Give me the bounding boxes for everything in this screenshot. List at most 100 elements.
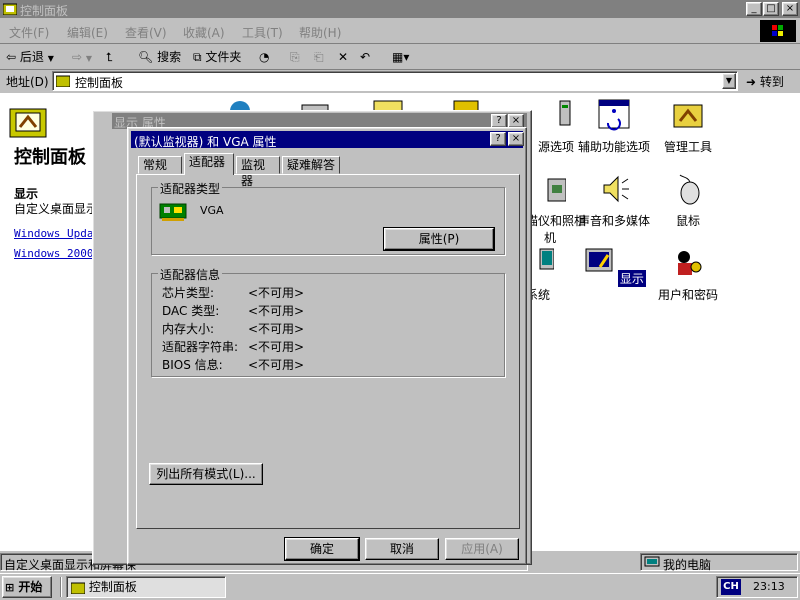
back-button[interactable]: ⇦ 后退 ▼ — [6, 47, 54, 67]
taskbar-task-control-panel[interactable]: 控制面板 — [66, 576, 226, 598]
clock[interactable]: 23:13 — [753, 580, 785, 593]
accessibility-options-item[interactable]: 辅助功能选项 — [574, 99, 654, 155]
start-button[interactable]: ⊞ 开始 — [2, 576, 52, 598]
task-label: 控制面板 — [88, 580, 137, 594]
close-button[interactable]: × — [508, 114, 524, 128]
chip-type-value: <不可用> — [248, 286, 305, 300]
bios-info-value: <不可用> — [248, 358, 305, 372]
undo-button[interactable]: ↶ — [360, 47, 370, 67]
dac-type-label: DAC 类型: — [162, 304, 220, 318]
adapter-info-label: 适配器信息 — [158, 266, 223, 283]
administrative-tools-item[interactable]: 管理工具 — [648, 99, 728, 155]
status-right-text: 我的电脑 — [663, 558, 712, 572]
copy-to-icon: ⎗ — [314, 50, 324, 64]
cancel-button[interactable]: 取消 — [365, 538, 439, 560]
bios-info-label: BIOS 信息: — [162, 358, 223, 372]
scanner-icon — [547, 178, 567, 202]
adapter-type-group: 适配器类型 VGA 属性(P) — [151, 180, 505, 255]
adapter-card-icon — [159, 203, 187, 221]
icon-label: 用户和密码 — [657, 288, 718, 302]
folders-label: 文件夹 — [205, 50, 242, 64]
close-button[interactable]: × — [782, 2, 798, 16]
search-button[interactable]: 🔍︎ 搜索 — [138, 47, 181, 67]
menu-view[interactable]: 查看(V) — [125, 24, 167, 41]
go-label: 转到 — [759, 75, 784, 89]
minimize-button[interactable]: _ — [746, 2, 762, 16]
move-to-button[interactable]: ⎘ — [290, 47, 300, 67]
dialog-title: (默认监视器) 和 VGA 属性 — [134, 135, 277, 149]
copy-to-button[interactable]: ⎗ — [314, 47, 324, 67]
list-all-modes-button[interactable]: 列出所有模式(L)... — [149, 463, 263, 485]
adapter-string-value: <不可用> — [248, 340, 305, 354]
back-label: 后退 — [19, 50, 44, 64]
forward-arrow-icon: ⇨ — [72, 50, 83, 64]
users-icon — [678, 251, 702, 275]
power-icon — [559, 100, 571, 126]
adapter-properties-button[interactable]: 属性(P) — [383, 227, 495, 251]
menu-favorites[interactable]: 收藏(A) — [183, 24, 225, 41]
close-button[interactable]: × — [508, 132, 524, 146]
go-button[interactable]: ➜ 转到 — [746, 73, 784, 90]
folders-button[interactable]: ⧉ 文件夹 — [193, 47, 241, 67]
address-input[interactable]: 控制面板 ▼ — [52, 71, 738, 91]
control-panel-icon — [3, 3, 17, 15]
move-to-icon: ⎘ — [290, 50, 300, 64]
apply-button[interactable]: 应用(A) — [445, 538, 519, 560]
mouse-item[interactable]: 鼠标 — [648, 173, 728, 229]
back-arrow-icon: ⇦ — [6, 50, 17, 64]
ok-button[interactable]: 确定 — [284, 537, 360, 561]
sounds-multimedia-item[interactable]: 声音和多媒体 — [574, 173, 654, 229]
views-button[interactable]: ▦▾ — [392, 47, 409, 67]
views-icon: ▦▾ — [392, 50, 410, 64]
menu-file[interactable]: 文件(F) — [9, 24, 49, 41]
speaker-icon — [603, 175, 629, 203]
left-pane-title: 控制面板 — [14, 147, 86, 168]
menubar: 文件(F) 编辑(E) 查看(V) 收藏(A) 工具(T) 帮助(H) — [0, 18, 800, 44]
tab-troubleshoot[interactable]: 疑难解答 — [282, 156, 340, 174]
windows-flag-icon: ⊞ — [5, 581, 15, 594]
start-label: 开始 — [18, 580, 43, 594]
menu-tools[interactable]: 工具(T) — [242, 24, 283, 41]
search-icon: 🔍︎ — [138, 50, 154, 64]
icon-label: 辅助功能选项 — [577, 140, 650, 154]
forward-button[interactable]: ⇨ ▼ — [72, 47, 92, 67]
menu-help[interactable]: 帮助(H) — [299, 24, 341, 41]
history-button[interactable]: ◔ — [259, 47, 269, 67]
help-button[interactable]: ? — [491, 114, 507, 128]
maximize-button[interactable]: □ — [763, 2, 779, 16]
toolbar: ⇦ 后退 ▼ ⇨ ▼ ⮤ 🔍︎ 搜索 ⧉ 文件夹 ◔ ⎘ ⎗ ✕ ↶ ▦▾ — [0, 44, 800, 70]
display-item[interactable]: 显示 — [574, 247, 654, 287]
tab-general[interactable]: 常规 — [138, 156, 182, 174]
adapter-name: VGA — [200, 204, 224, 217]
ime-indicator[interactable]: CH — [721, 579, 741, 595]
go-arrow-icon: ➜ — [746, 75, 757, 89]
system-tray: CH 23:13 — [716, 576, 798, 598]
adapter-tab-panel: 适配器类型 VGA 属性(P) 适配器信息 芯片类型: <不可用> DAC 类型… — [136, 174, 520, 529]
up-folder-button[interactable]: ⮤ — [106, 47, 113, 67]
delete-button[interactable]: ✕ — [338, 47, 348, 67]
mouse-icon — [679, 174, 700, 205]
address-dropdown-button[interactable]: ▼ — [722, 73, 736, 89]
windows-logo-icon — [760, 20, 796, 42]
my-computer-icon — [644, 556, 660, 567]
adapter-string-label: 适配器字符串: — [162, 340, 239, 354]
icon-label: 声音和多媒体 — [577, 214, 650, 228]
address-bar: 地址(D) 控制面板 ▼ ➜ 转到 — [0, 70, 800, 92]
dac-type-value: <不可用> — [248, 304, 305, 318]
tab-adapter[interactable]: 适配器 — [184, 153, 234, 175]
control-panel-icon — [70, 582, 86, 594]
main-window-title: 控制面板 — [20, 4, 69, 18]
help-button[interactable]: ? — [490, 132, 506, 146]
adapter-properties-titlebar[interactable]: (默认监视器) 和 VGA 属性 ? × — [131, 131, 524, 149]
tab-monitor[interactable]: 监视器 — [236, 156, 280, 188]
main-titlebar[interactable]: 控制面板 _ □ × — [0, 0, 800, 18]
address-label: 地址(D) — [6, 75, 49, 89]
icon-label: 管理工具 — [663, 140, 712, 154]
adapter-type-label: 适配器类型 — [158, 180, 223, 197]
status-right-panel: 我的电脑 — [640, 553, 798, 572]
users-passwords-item[interactable]: 用户和密码 — [648, 247, 728, 303]
accessibility-icon — [598, 99, 630, 131]
chevron-down-icon: ▼ — [47, 54, 54, 63]
menu-edit[interactable]: 编辑(E) — [67, 24, 108, 41]
chevron-down-icon: ▼ — [85, 54, 93, 63]
